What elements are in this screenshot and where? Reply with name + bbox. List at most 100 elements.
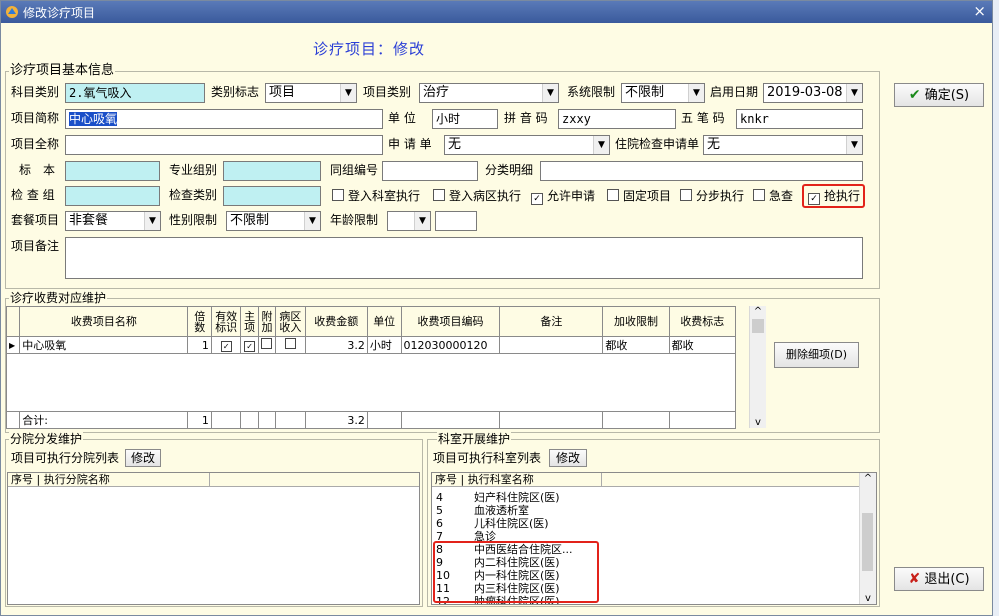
inpatient-request-select[interactable]: 无 ▼	[703, 135, 863, 155]
chevron-down-icon[interactable]: ▼	[144, 212, 160, 230]
list-item[interactable]: 6 儿科住院区(医)	[436, 517, 549, 530]
dept-col-header: 序号 | 执行科室名称	[432, 473, 602, 487]
item-type-select[interactable]: 治疗 ▼	[419, 83, 559, 103]
check-type-field[interactable]	[223, 186, 321, 206]
add-limit-cell[interactable]: 都收	[602, 336, 670, 354]
chevron-down-icon[interactable]: ▼	[304, 212, 320, 230]
wubi-input[interactable]: knkr	[736, 109, 863, 129]
item-type-value: 治疗	[423, 85, 450, 100]
category-field[interactable]: 2.氧气吸入	[65, 83, 205, 103]
unit-input[interactable]: 小时	[432, 109, 498, 129]
checkbox-step-exec[interactable]: 分步执行	[680, 188, 744, 204]
dept-list-scrollbar[interactable]: ^ v	[859, 473, 876, 604]
highlight-rush-exec	[802, 184, 865, 208]
short-name-label: 项目简称	[11, 111, 60, 125]
spec-group-field[interactable]	[223, 161, 321, 181]
confirm-label: 确定(S)	[924, 88, 970, 103]
empty-area	[6, 353, 736, 412]
close-icon[interactable]: ×	[973, 2, 986, 20]
dept-edit-button[interactable]: 修改	[549, 449, 587, 467]
main-cell[interactable]: ✓	[240, 336, 259, 354]
confirm-button[interactable]: ✔ 确定(S)	[894, 83, 984, 107]
package-label: 套餐项目	[11, 213, 60, 227]
short-name-input[interactable]: 中心吸氧	[65, 109, 383, 129]
scroll-up-icon[interactable]: ^	[860, 473, 876, 484]
valid-cell[interactable]: ✓	[210, 336, 242, 354]
extra-cell[interactable]	[257, 336, 277, 354]
gender-value: 不限制	[230, 213, 270, 228]
unit-cell[interactable]: 小时	[366, 336, 402, 354]
table-row[interactable]: ▶ 中心吸氧 1 ✓ ✓ 3.2 小时 012030000120 都收 都收	[5, 336, 737, 354]
unit-label: 单 位	[388, 111, 416, 125]
code-cell[interactable]: 012030000120	[400, 336, 501, 354]
scroll-up-icon[interactable]: ^	[750, 306, 766, 317]
item-type-label: 项目类别	[363, 85, 412, 99]
chevron-down-icon[interactable]: ▼	[846, 84, 862, 102]
fee-table-scrollbar[interactable]: ^ v	[749, 306, 766, 428]
same-group-input[interactable]	[382, 161, 478, 181]
specimen-field[interactable]	[65, 161, 160, 181]
chevron-down-icon[interactable]: ▼	[688, 84, 704, 102]
checkbox-box[interactable]	[433, 189, 445, 201]
branch-col-header: 序号 | 执行分院名称	[8, 473, 210, 487]
list-item[interactable]: 5 血液透析室	[436, 504, 529, 517]
scroll-thumb[interactable]	[752, 319, 764, 333]
main-checkbox[interactable]: ✓	[244, 340, 256, 352]
remark-textarea[interactable]	[65, 237, 863, 279]
chevron-down-icon[interactable]: ▼	[414, 212, 430, 230]
checkbox-box[interactable]	[332, 189, 344, 201]
package-select[interactable]: 非套餐 ▼	[65, 211, 161, 231]
col-fee-code: 收费项目编码	[400, 306, 501, 337]
remark-cell[interactable]	[499, 336, 604, 354]
branch-edit-button[interactable]: 修改	[125, 449, 161, 467]
wubi-label: 五 笔 码	[681, 111, 725, 125]
extra-checkbox[interactable]	[261, 338, 273, 349]
inpatient-request-value: 无	[707, 137, 721, 152]
spec-group-label: 专业组别	[169, 163, 218, 177]
scroll-down-icon[interactable]: v	[860, 593, 876, 604]
dept-row-name: 血液透析室	[474, 504, 529, 517]
ward-checkbox[interactable]	[284, 338, 296, 349]
empty-cell	[668, 411, 737, 429]
chevron-down-icon[interactable]: ▼	[846, 136, 862, 154]
checkbox-box[interactable]	[680, 189, 692, 201]
dept-col-header-extra	[602, 473, 862, 487]
checkbox-urgent[interactable]: 急查	[753, 188, 793, 204]
sys-limit-select[interactable]: 不限制 ▼	[621, 83, 705, 103]
age-limit-input[interactable]	[435, 211, 477, 231]
fee-flag-cell[interactable]: 都收	[668, 336, 737, 354]
amount-cell[interactable]: 3.2	[304, 336, 368, 354]
checkbox-box[interactable]	[607, 189, 619, 201]
checkbox-login-dept[interactable]: 登入科室执行	[332, 188, 420, 204]
full-name-input[interactable]	[65, 135, 383, 155]
check-group-field[interactable]	[65, 186, 160, 206]
empty-cell	[400, 411, 501, 429]
start-date-picker[interactable]: 2019-03-08 ▼	[763, 83, 863, 103]
scroll-thumb[interactable]	[862, 513, 873, 571]
list-item[interactable]: 4 妇产科住院区(医)	[436, 491, 560, 504]
pinyin-input[interactable]: zxxy	[558, 109, 676, 129]
fee-name-cell[interactable]: 中心吸氧	[19, 336, 189, 354]
valid-checkbox[interactable]: ✓	[220, 340, 232, 352]
chevron-down-icon[interactable]: ▼	[593, 136, 609, 154]
class-detail-input[interactable]	[540, 161, 863, 181]
delete-detail-button[interactable]: 删除细项(D)	[774, 342, 859, 368]
checkbox-allow-request[interactable]: ✓ 允许申请	[531, 188, 595, 205]
full-name-label: 项目全称	[11, 137, 60, 151]
chevron-down-icon[interactable]: ▼	[542, 84, 558, 102]
flag-select[interactable]: 项目 ▼	[265, 83, 357, 103]
scroll-down-icon[interactable]: v	[750, 417, 766, 428]
ward-cell[interactable]	[275, 336, 306, 354]
gender-select[interactable]: 不限制 ▼	[226, 211, 321, 231]
exit-button[interactable]: ✘ 退出(C)	[894, 567, 984, 591]
chevron-down-icon[interactable]: ▼	[340, 84, 356, 102]
request-label: 申 请 单	[388, 137, 432, 151]
age-limit-select[interactable]: ▼	[387, 211, 431, 231]
checkbox-box[interactable]	[753, 189, 765, 201]
checkbox-login-ward[interactable]: 登入病区执行	[433, 188, 521, 204]
checkbox-box[interactable]: ✓	[531, 193, 543, 205]
request-select[interactable]: 无 ▼	[444, 135, 610, 155]
times-cell[interactable]: 1	[187, 336, 212, 354]
checkbox-fixed-item[interactable]: 固定项目	[607, 188, 671, 204]
dept-col-name: 执行科室名称	[467, 473, 534, 486]
